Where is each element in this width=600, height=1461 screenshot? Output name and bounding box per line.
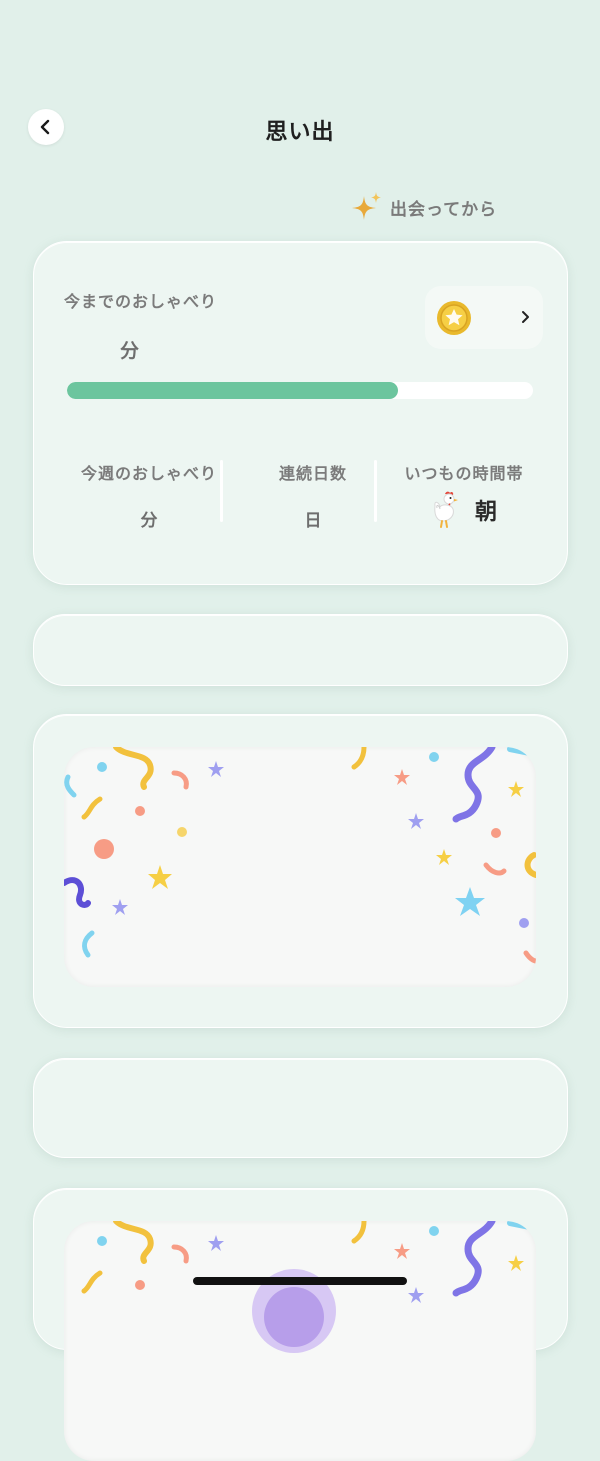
sparkle-icon <box>352 192 381 220</box>
since-met-link[interactable]: 出会ってから <box>350 190 497 224</box>
usual-time-stat: いつもの時間帯 朝 <box>390 460 538 530</box>
talk-progress-bar <box>67 382 533 399</box>
since-met-label: 出会ってから <box>390 199 498 220</box>
memory-card[interactable] <box>33 1058 568 1158</box>
confetti-decoration <box>64 747 536 964</box>
weekly-talk-stat: 今週のおしゃべり 分 <box>76 460 222 531</box>
total-talk-unit: 分 <box>120 340 140 362</box>
total-talk-label: 今までのおしゃべり <box>64 292 218 311</box>
streak-stat: 連続日数 日 <box>234 460 392 531</box>
memory-card[interactable] <box>33 614 568 686</box>
weekly-talk-unit: 分 <box>140 511 158 531</box>
weekly-talk-label: 今週のおしゃべり <box>80 464 217 483</box>
streak-label: 連続日数 <box>278 464 347 483</box>
confetti-illustration <box>64 747 536 987</box>
talk-progress-fill <box>67 382 398 399</box>
home-indicator <box>193 1277 407 1285</box>
stat-divider <box>220 460 223 522</box>
rooster-icon <box>434 491 458 528</box>
confetti-illustration <box>64 1221 536 1461</box>
star-coin-icon <box>437 301 471 335</box>
talk-stats-card: 今までのおしゃべり 分 今週のおしゃべり 分 連続日数 日 いつもの時間帯 朝 <box>33 241 568 585</box>
streak-unit: 日 <box>304 511 322 531</box>
usual-time-label: いつもの時間帯 <box>404 464 524 483</box>
usual-time-value: 朝 <box>474 500 497 525</box>
memory-card[interactable] <box>33 714 568 1028</box>
page-title: 思い出 <box>265 120 335 145</box>
chevron-right-icon <box>522 311 529 323</box>
stat-divider <box>374 460 377 522</box>
coin-button[interactable] <box>425 286 543 349</box>
memory-card[interactable] <box>33 1188 568 1461</box>
confetti-decoration <box>81 1221 533 1353</box>
